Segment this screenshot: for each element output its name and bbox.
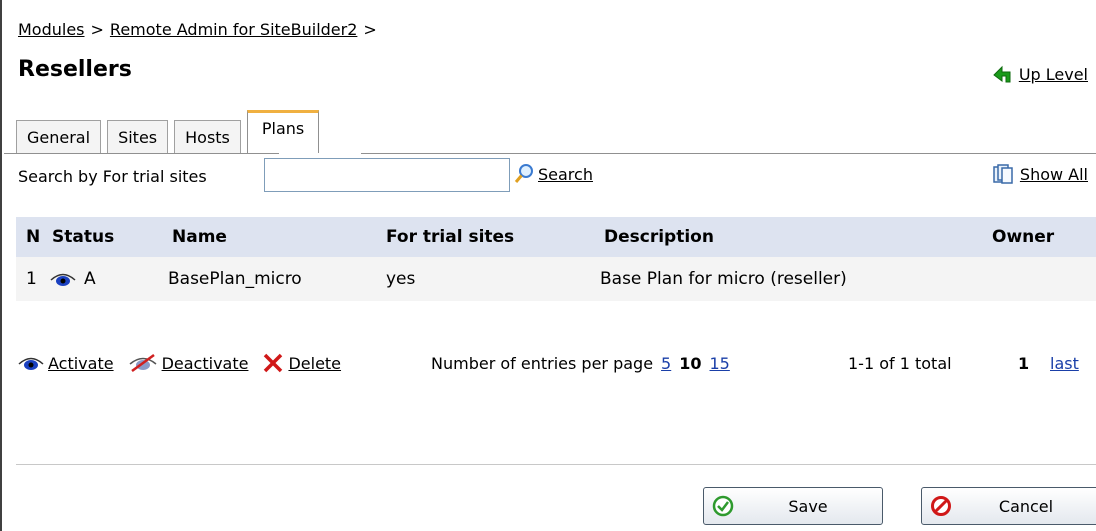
- crossed-eye-icon: [129, 353, 157, 373]
- active-tab-gap: [279, 153, 361, 154]
- ok-check-icon: [712, 495, 734, 517]
- pager-last-link[interactable]: last: [1050, 354, 1079, 373]
- per-page-option-5[interactable]: 5: [661, 354, 671, 373]
- show-all-button[interactable]: Show All: [992, 163, 1088, 185]
- column-header-status[interactable]: Status: [52, 217, 114, 257]
- pager-total: 1-1 of 1 total: [848, 354, 952, 373]
- tab-divider: [4, 153, 1096, 154]
- cancel-button[interactable]: Cancel: [921, 487, 1096, 525]
- row-name: BasePlan_micro: [168, 269, 302, 289]
- up-level-link[interactable]: Up Level: [991, 64, 1088, 84]
- eye-icon: [18, 357, 44, 370]
- search-input[interactable]: [264, 158, 510, 192]
- per-page-option-10: 10: [679, 354, 702, 373]
- save-button[interactable]: Save: [703, 487, 883, 525]
- show-all-icon: [993, 164, 1013, 184]
- table-header: N Status Name For trial sites Descriptio…: [16, 217, 1096, 257]
- table-row[interactable]: 1 A BasePlan_micro yes Base Plan for mic…: [16, 257, 1096, 301]
- page-title: Resellers: [18, 57, 132, 82]
- tab-hosts[interactable]: Hosts: [174, 120, 241, 154]
- breadcrumb-separator: >: [363, 20, 377, 39]
- delete-x-icon: [264, 353, 283, 373]
- breadcrumb-remote-admin[interactable]: Remote Admin for SiteBuilder2: [110, 20, 357, 39]
- cancel-circle-icon: [931, 496, 951, 516]
- column-header-owner[interactable]: Owner: [992, 217, 1054, 257]
- per-page-option-15[interactable]: 15: [710, 354, 730, 373]
- action-bar: Activate Deactivate Delete: [18, 352, 355, 374]
- tab-general[interactable]: General: [16, 120, 102, 154]
- column-header-name[interactable]: Name: [172, 217, 227, 257]
- footer-divider: [16, 464, 1096, 465]
- show-all-label: Show All: [1019, 164, 1088, 184]
- column-header-description[interactable]: Description: [604, 217, 714, 257]
- tab-sites[interactable]: Sites: [107, 120, 169, 154]
- column-header-trial[interactable]: For trial sites: [386, 217, 514, 257]
- eye-icon: [50, 273, 76, 286]
- search-button-label: Search: [538, 164, 593, 184]
- save-label: Save: [788, 496, 828, 516]
- row-status: A: [50, 257, 96, 301]
- delete-button[interactable]: Delete: [262, 352, 341, 374]
- tab-plans[interactable]: Plans: [246, 110, 320, 154]
- deactivate-button[interactable]: Deactivate: [128, 353, 249, 373]
- search-button[interactable]: Search: [514, 163, 593, 185]
- breadcrumb-modules[interactable]: Modules: [18, 20, 85, 39]
- breadcrumb-separator: >: [90, 20, 104, 39]
- breadcrumb: Modules > Remote Admin for SiteBuilder2 >: [18, 20, 383, 39]
- tab-bar: General Sites Hosts Plans: [16, 108, 325, 154]
- row-trial: yes: [386, 269, 416, 289]
- row-number: 1: [26, 269, 37, 289]
- per-page-label: Number of entries per page: [431, 354, 654, 373]
- entries-per-page: Number of entries per page 5 10 15: [431, 354, 730, 373]
- activate-label: Activate: [48, 353, 114, 373]
- deactivate-label: Deactivate: [161, 353, 249, 373]
- activate-button[interactable]: Activate: [18, 354, 114, 373]
- column-header-n[interactable]: N: [26, 217, 40, 257]
- cancel-label: Cancel: [998, 496, 1054, 516]
- delete-label: Delete: [288, 353, 342, 373]
- row-status-label: A: [84, 269, 96, 289]
- row-description: Base Plan for micro (reseller): [600, 269, 847, 289]
- magnifier-icon: [514, 164, 533, 183]
- page-frame: Modules > Remote Admin for SiteBuilder2 > R…: [0, 0, 1096, 531]
- up-level-label: Up Level: [1018, 64, 1088, 84]
- pager-current-page: 1: [1018, 354, 1030, 373]
- up-arrow-icon: [993, 65, 1011, 83]
- search-label: Search by For trial sites: [18, 167, 207, 186]
